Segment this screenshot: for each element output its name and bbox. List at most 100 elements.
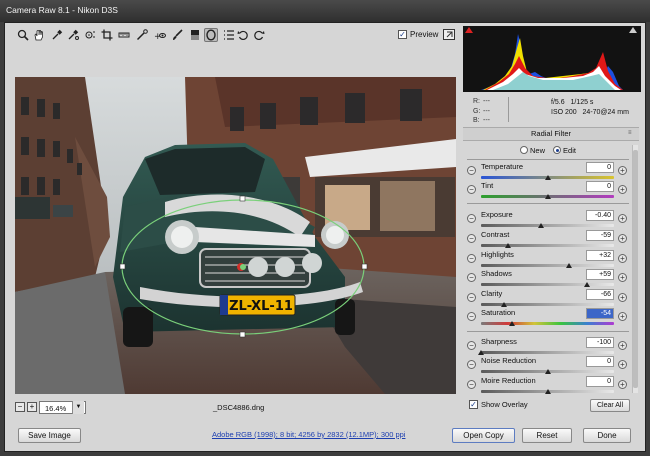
slider-value-field[interactable]: 0 xyxy=(586,376,614,387)
slider-noise-reduction[interactable]: − Noise Reduction 0 + xyxy=(463,356,633,376)
slider-value-field[interactable]: 0 xyxy=(586,181,614,192)
minus-icon[interactable]: − xyxy=(467,360,476,369)
slider-thumb[interactable] xyxy=(544,175,551,180)
slider-thumb[interactable] xyxy=(583,282,590,287)
slider-value-field[interactable]: -66 xyxy=(586,289,614,300)
targeted-adjustment-tool-icon[interactable] xyxy=(83,28,97,42)
plus-icon[interactable]: + xyxy=(618,234,627,243)
crop-tool-icon[interactable] xyxy=(100,28,114,42)
slider-saturation[interactable]: − Saturation -54 + xyxy=(463,308,633,328)
fullscreen-icon[interactable] xyxy=(443,29,455,40)
rotate-ccw-icon[interactable] xyxy=(236,28,250,42)
graduated-filter-tool-icon[interactable] xyxy=(188,28,202,42)
panel-menu-icon[interactable]: ≡ xyxy=(628,130,636,136)
plus-icon[interactable]: + xyxy=(618,293,627,302)
image-preview[interactable]: ZL-XL-11 xyxy=(15,77,456,394)
plus-icon[interactable]: + xyxy=(618,166,627,175)
edit-radio[interactable] xyxy=(553,146,562,154)
plus-icon[interactable]: + xyxy=(618,341,627,350)
plus-icon[interactable]: + xyxy=(618,254,627,263)
plus-icon[interactable]: + xyxy=(618,185,627,194)
reset-button[interactable]: Reset xyxy=(522,428,572,443)
clear-all-button[interactable]: Clear All xyxy=(590,399,630,412)
straighten-tool-icon[interactable] xyxy=(117,28,131,42)
slider-thumb[interactable] xyxy=(500,302,507,307)
rotate-cw-icon[interactable] xyxy=(252,28,266,42)
slider-track[interactable] xyxy=(481,351,614,354)
preview-toggle[interactable]: ✓ Preview xyxy=(398,30,438,39)
slider-temperature[interactable]: − Temperature 0 + xyxy=(463,162,633,182)
hand-tool-icon[interactable] xyxy=(32,28,46,42)
plus-icon[interactable]: + xyxy=(618,273,627,282)
minus-icon[interactable]: − xyxy=(467,254,476,263)
plus-icon[interactable]: + xyxy=(618,214,627,223)
done-button[interactable]: Done xyxy=(583,428,631,443)
slider-moire-reduction[interactable]: − Moire Reduction 0 + xyxy=(463,376,633,396)
radial-filter-tool-icon[interactable] xyxy=(204,28,218,42)
slider-value-field[interactable]: 0 xyxy=(586,162,614,173)
slider-contrast[interactable]: − Contrast -59 + xyxy=(463,230,633,250)
slider-thumb[interactable] xyxy=(565,263,572,268)
slider-thumb[interactable] xyxy=(544,369,551,374)
slider-thumb[interactable] xyxy=(508,321,515,326)
zoom-out-button[interactable]: − xyxy=(15,402,25,412)
slider-track[interactable] xyxy=(481,283,614,286)
color-sampler-tool-icon[interactable] xyxy=(66,28,80,42)
plus-icon[interactable]: + xyxy=(618,380,627,389)
mode-new-option[interactable]: New xyxy=(520,146,545,155)
scrollbar-thumb[interactable] xyxy=(633,150,638,388)
slider-shadows[interactable]: − Shadows +59 + xyxy=(463,269,633,289)
spot-removal-tool-icon[interactable] xyxy=(135,28,149,42)
slider-value-field[interactable]: 0 xyxy=(586,356,614,367)
minus-icon[interactable]: − xyxy=(467,273,476,282)
shadow-clipping-warning-icon[interactable] xyxy=(465,27,473,33)
chevron-down-icon[interactable]: ▼ xyxy=(72,401,84,414)
save-image-button[interactable]: Save Image xyxy=(18,428,81,443)
highlight-clipping-warning-icon[interactable] xyxy=(629,27,637,33)
slider-tint[interactable]: − Tint 0 + xyxy=(463,181,633,201)
slider-thumb[interactable] xyxy=(478,350,484,355)
minus-icon[interactable]: − xyxy=(467,341,476,350)
slider-value-field[interactable]: -54 xyxy=(586,308,614,319)
minus-icon[interactable]: − xyxy=(467,234,476,243)
slider-value-field[interactable]: -100 xyxy=(586,337,614,348)
mode-edit-option[interactable]: Edit xyxy=(553,146,576,155)
red-eye-removal-tool-icon[interactable]: + xyxy=(153,28,167,42)
slider-highlights[interactable]: − Highlights +32 + xyxy=(463,250,633,270)
adjustment-brush-tool-icon[interactable] xyxy=(170,28,184,42)
panel-scrollbar[interactable] xyxy=(632,145,638,393)
minus-icon[interactable]: − xyxy=(467,185,476,194)
slider-exposure[interactable]: − Exposure -0.40 + xyxy=(463,210,633,230)
slider-track[interactable] xyxy=(481,244,614,247)
workflow-options-link[interactable]: Adobe RGB (1998); 8 bit; 4256 by 2832 (1… xyxy=(212,430,405,439)
preferences-tool-icon[interactable] xyxy=(222,28,236,42)
slider-thumb[interactable] xyxy=(544,389,551,394)
slider-thumb[interactable] xyxy=(505,243,512,248)
slider-value-field[interactable]: -0.40 xyxy=(586,210,614,221)
show-overlay-checkbox[interactable]: ✓ xyxy=(469,400,478,409)
slider-track[interactable] xyxy=(481,264,614,267)
slider-thumb[interactable] xyxy=(537,223,544,228)
minus-icon[interactable]: − xyxy=(467,214,476,223)
slider-value-field[interactable]: +32 xyxy=(586,250,614,261)
plus-icon[interactable]: + xyxy=(618,360,627,369)
slider-track[interactable] xyxy=(481,322,614,325)
zoom-tool-icon[interactable] xyxy=(16,28,30,42)
preview-checkbox[interactable]: ✓ xyxy=(398,30,407,39)
slider-clarity[interactable]: − Clarity -66 + xyxy=(463,289,633,309)
show-overlay-toggle[interactable]: ✓ Show Overlay xyxy=(469,400,528,409)
minus-icon[interactable]: − xyxy=(467,380,476,389)
slider-track[interactable] xyxy=(481,224,614,227)
minus-icon[interactable]: − xyxy=(467,166,476,175)
new-radio[interactable] xyxy=(520,146,528,154)
slider-sharpness[interactable]: − Sharpness -100 + xyxy=(463,337,633,357)
zoom-in-button[interactable]: + xyxy=(27,402,37,412)
slider-thumb[interactable] xyxy=(544,194,551,199)
minus-icon[interactable]: − xyxy=(467,312,476,321)
slider-value-field[interactable]: +59 xyxy=(586,269,614,280)
white-balance-tool-icon[interactable] xyxy=(50,28,64,42)
minus-icon[interactable]: − xyxy=(467,293,476,302)
slider-value-field[interactable]: -59 xyxy=(586,230,614,241)
open-copy-button[interactable]: Open Copy xyxy=(452,428,515,443)
plus-icon[interactable]: + xyxy=(618,312,627,321)
